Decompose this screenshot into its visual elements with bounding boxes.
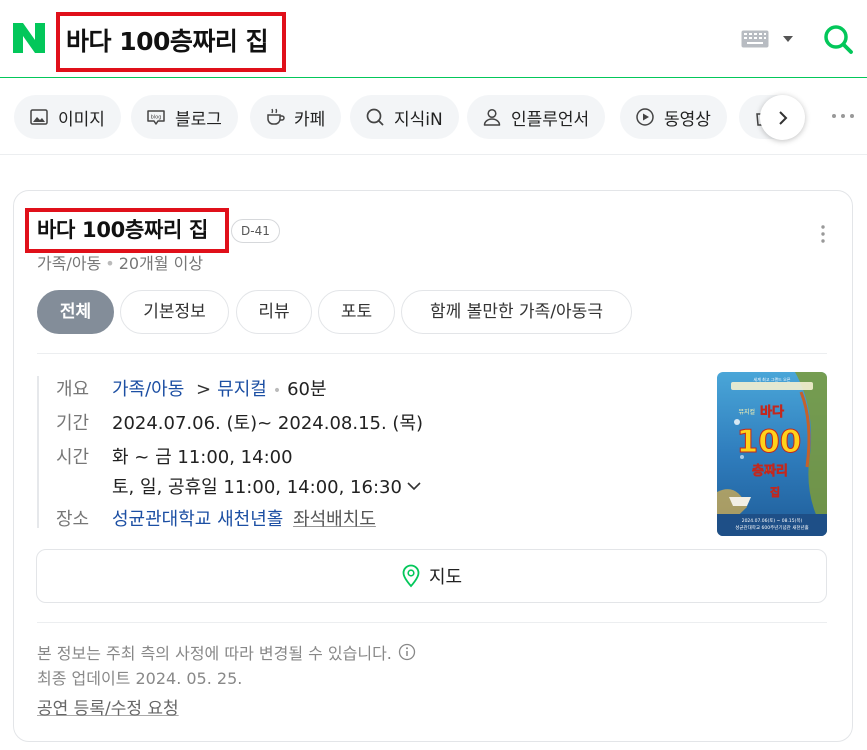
poster-title-2: 100 <box>737 424 802 460</box>
period-label: 기간 <box>56 413 90 434</box>
subtab-related[interactable]: 함께 볼만한 가족/아동극 <box>401 290 632 334</box>
chevron-down-icon[interactable] <box>405 480 423 492</box>
person-icon <box>483 108 501 126</box>
dday-badge: D-41 <box>231 219 280 243</box>
search-query-text[interactable]: 바다 100층짜리 집 <box>66 22 269 58</box>
poster-venue: 성균관대학교 600주년기념관 새천년홀 <box>735 524 809 531</box>
tab-video[interactable]: 동영상 <box>620 95 727 139</box>
poster-musical: 뮤지컬 <box>738 408 755 416</box>
tab-images[interactable]: 이미지 <box>14 95 121 139</box>
naver-logo[interactable] <box>13 23 45 53</box>
meta-dot: • <box>105 254 115 273</box>
knowledge-icon <box>366 108 384 126</box>
map-button[interactable]: 지도 <box>36 549 827 603</box>
genre-text: 가족/아동 <box>37 254 102 273</box>
runtime-text: 60분 <box>287 379 327 400</box>
poster-title-3: 층짜리 <box>752 463 788 479</box>
notice-divider <box>37 622 827 623</box>
tab-label: 이미지 <box>58 109 105 130</box>
subtab-all[interactable]: 전체 <box>37 290 114 334</box>
subcategory-link[interactable]: 뮤지컬 <box>217 379 267 400</box>
play-icon <box>636 108 654 126</box>
performance-meta: 가족/아동 • 20개월 이상 <box>37 250 203 274</box>
overview-label: 개요 <box>56 379 90 400</box>
age-text: 20개월 이상 <box>118 254 204 273</box>
poster-image[interactable]: 세계 최고 그랜드 오픈 뮤지컬 바다 100 층짜리 집 2024.07.06… <box>717 372 827 536</box>
tab-knowledge-in[interactable]: 지식iN <box>350 95 459 139</box>
last-updated-text: 최종 업데이트 2024. 05. 25. <box>37 669 243 688</box>
tab-label: 카페 <box>294 109 326 130</box>
info-row-time: 시간 화 ~ 금 11:00, 14:00 <box>56 443 293 469</box>
info-icon[interactable] <box>398 643 416 661</box>
info-row-venue: 장소 성균관대학교 새천년홀 좌석배치도 <box>56 505 376 531</box>
subtab-review[interactable]: 리뷰 <box>236 290 312 334</box>
tab-label: 인플루언서 <box>511 109 590 130</box>
more-vertical-icon[interactable] <box>816 222 830 246</box>
poster-dates: 2024.07.06(토) ~ 08.15(목) <box>742 518 803 524</box>
category-link[interactable]: 가족/아동 <box>112 379 184 400</box>
info-notice: 본 정보는 주최 측의 사정에 따라 변경될 수 있습니다. <box>37 640 416 664</box>
performance-title[interactable]: 바다 100층짜리 집 <box>37 214 208 244</box>
tab-cafe[interactable]: 카페 <box>250 95 342 139</box>
image-icon <box>30 109 48 125</box>
info-row-period: 기간 2024.07.06. (토)~ 2024.08.15. (목) <box>56 409 423 435</box>
blog-icon: blog <box>147 110 165 125</box>
info-dot: • <box>272 383 282 399</box>
svg-text:blog: blog <box>151 115 162 121</box>
chevron-right-icon <box>778 110 787 125</box>
venue-label: 장소 <box>56 509 90 530</box>
caret-down-icon[interactable] <box>781 34 795 44</box>
info-row-overview: 개요 가족/아동 > 뮤지컬 • 60분 <box>56 375 327 401</box>
period-value: 2024.07.06. (토)~ 2024.08.15. (목) <box>112 413 424 434</box>
info-row-time-weekend[interactable]: 토, 일, 공휴일 11:00, 14:00, 16:30 <box>56 473 423 499</box>
seat-map-link[interactable]: 좌석배치도 <box>293 509 376 530</box>
tab-label: 지식iN <box>394 109 443 130</box>
map-button-label: 지도 <box>428 567 463 588</box>
map-pin-icon <box>402 564 420 588</box>
tab-label: 동영상 <box>664 109 711 130</box>
poster-top-caption: 세계 최고 그랜드 오픈 <box>754 376 791 382</box>
search-header: 바다 100층짜리 집 <box>0 0 867 78</box>
search-tabs-row: 이미지 blog 블로그 카페 지식iN 인플루언서 동영상 <box>0 79 867 155</box>
tab-label: 블로그 <box>175 109 222 130</box>
info-left-bar <box>37 376 39 528</box>
notice-text: 본 정보는 주최 측의 사정에 따라 변경될 수 있습니다. <box>37 644 392 663</box>
poster-title-1: 바다 <box>760 404 784 420</box>
time-label: 시간 <box>56 447 90 468</box>
keyboard-icon[interactable] <box>741 30 769 48</box>
tab-blog[interactable]: blog 블로그 <box>131 95 238 139</box>
tabs-scroll-right-button[interactable] <box>760 95 805 140</box>
time-weekday: 화 ~ 금 11:00, 14:00 <box>112 447 293 468</box>
more-horizontal-icon[interactable] <box>828 106 858 126</box>
subtab-photo[interactable]: 포토 <box>318 290 395 334</box>
tab-influencer[interactable]: 인플루언서 <box>467 95 606 139</box>
subtab-basic-info[interactable]: 기본정보 <box>120 290 229 334</box>
search-icon[interactable] <box>822 23 854 55</box>
venue-link[interactable]: 성균관대학교 새천년홀 <box>112 509 283 530</box>
poster-title-4: 집 <box>770 485 780 499</box>
category-arrow: > <box>196 379 212 400</box>
edit-request-link[interactable]: 공연 등록/수정 요청 <box>37 694 179 719</box>
section-divider <box>37 353 827 354</box>
time-weekend: 토, 일, 공휴일 11:00, 14:00, 16:30 <box>112 477 402 498</box>
cafe-icon <box>267 108 285 125</box>
